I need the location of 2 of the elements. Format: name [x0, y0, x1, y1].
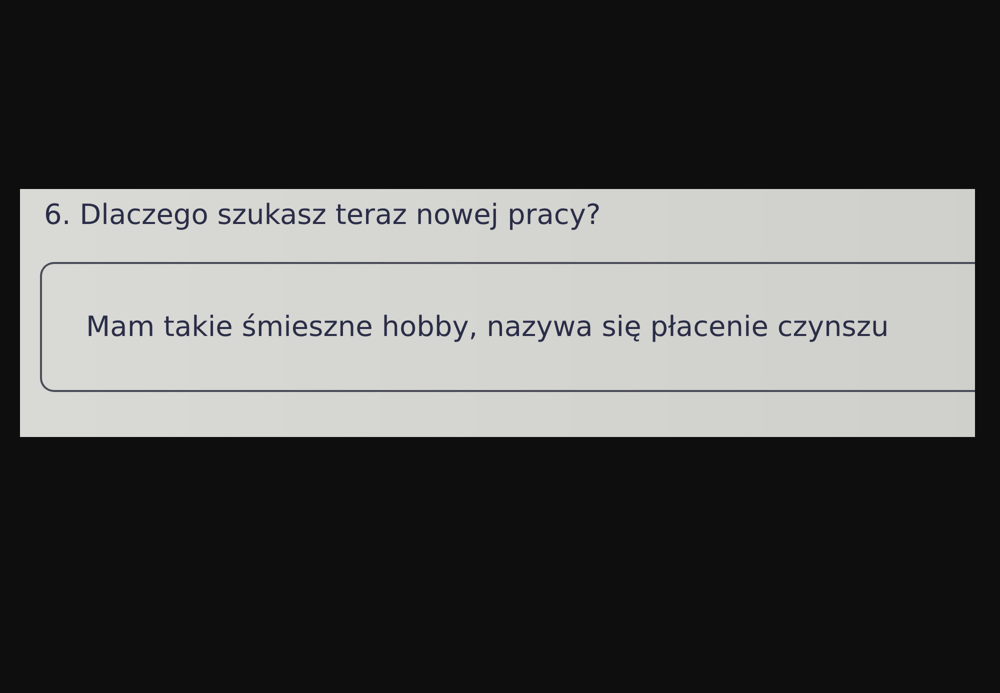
- question-text: 6. Dlaczego szukasz teraz nowej pracy?: [44, 197, 601, 233]
- answer-field[interactable]: Mam takie śmieszne hobby, nazywa się płacenie czynszu: [40, 262, 975, 392]
